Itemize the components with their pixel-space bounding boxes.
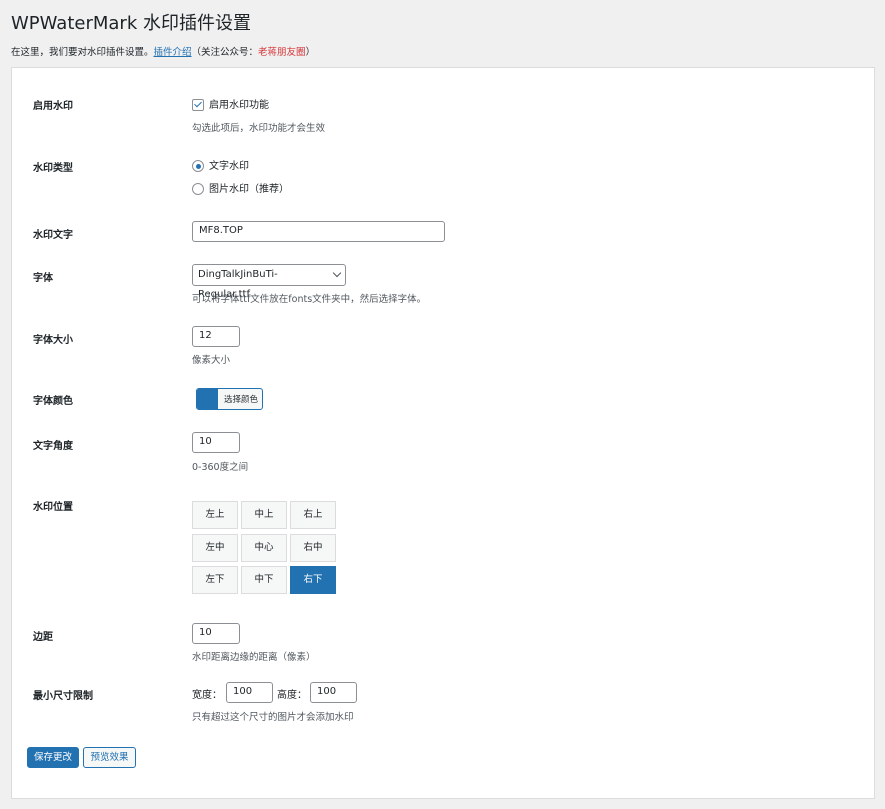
preview-button[interactable]: 预览效果 — [83, 747, 136, 768]
text-label: 水印文字 — [33, 230, 73, 241]
type-text-radio[interactable] — [192, 160, 204, 172]
font-desc: 可以将字体ttf文件放在fonts文件夹中，然后选择字体。 — [192, 294, 427, 305]
type-option-image[interactable]: 图片水印（推荐） — [192, 180, 289, 195]
position-top-left[interactable]: 左上 — [192, 501, 238, 529]
font-size-desc: 像素大小 — [192, 355, 231, 366]
color-picker-button[interactable]: 选择颜色 — [196, 388, 263, 410]
chevron-down-icon — [332, 268, 342, 278]
enable-label: 启用水印 — [33, 101, 73, 112]
font-label: 字体 — [33, 273, 53, 284]
width-label: 宽度： — [192, 690, 222, 701]
intro-note-close: ） — [305, 47, 316, 58]
page-intro: 在这里，我们要对水印插件设置。插件介绍（关注公众号：老蒋朋友圈） — [11, 44, 315, 58]
enable-checkbox[interactable] — [192, 99, 204, 111]
position-center[interactable]: 中心 — [241, 534, 287, 562]
color-picker-label: 选择颜色 — [224, 395, 259, 405]
angle-label: 文字角度 — [33, 441, 73, 452]
position-middle-right[interactable]: 右中 — [290, 534, 336, 562]
page-title: WPWaterMark 水印插件设置 — [11, 13, 251, 34]
min-size-label: 最小尺寸限制 — [33, 691, 93, 702]
font-size-label: 字体大小 — [33, 335, 73, 346]
position-bottom-center[interactable]: 中下 — [241, 566, 287, 594]
position-bottom-right[interactable]: 右下 — [290, 566, 336, 594]
position-label: 水印位置 — [33, 502, 73, 513]
enable-checkbox-field[interactable]: 启用水印功能 — [192, 96, 269, 111]
margin-input[interactable]: 10 — [192, 623, 240, 644]
position-top-center[interactable]: 中上 — [241, 501, 287, 529]
wechat-account-name: 老蒋朋友圈 — [258, 47, 306, 58]
type-option-text[interactable]: 文字水印 — [192, 157, 249, 172]
type-label: 水印类型 — [33, 163, 73, 174]
angle-desc: 0-360度之间 — [192, 462, 249, 473]
enable-checkbox-label[interactable]: 启用水印功能 — [209, 100, 269, 111]
intro-text: 在这里，我们要对水印插件设置。 — [11, 47, 154, 58]
type-text-label[interactable]: 文字水印 — [209, 161, 249, 172]
angle-input[interactable]: 10 — [192, 432, 240, 453]
type-image-label[interactable]: 图片水印（推荐） — [209, 184, 289, 195]
height-label: 高度： — [277, 690, 307, 701]
save-button[interactable]: 保存更改 — [27, 747, 79, 768]
margin-label: 边距 — [33, 632, 53, 643]
enable-desc: 勾选此项后，水印功能才会生效 — [192, 123, 326, 134]
intro-note-open: （关注公众号： — [191, 47, 259, 58]
position-middle-left[interactable]: 左中 — [192, 534, 238, 562]
min-width-input[interactable]: 100 — [226, 682, 273, 703]
min-size-desc: 只有超过这个尺寸的图片才会添加水印 — [192, 712, 354, 723]
margin-desc: 水印距离边缘的距离（像素） — [192, 652, 316, 663]
color-swatch — [197, 389, 218, 409]
type-image-radio[interactable] — [192, 183, 204, 195]
settings-panel — [11, 67, 875, 799]
position-bottom-left[interactable]: 左下 — [192, 566, 238, 594]
font-select[interactable]: DingTalkJinBuTi-Regular.ttf — [192, 264, 346, 300]
font-color-label: 字体颜色 — [33, 396, 73, 407]
min-height-input[interactable]: 100 — [310, 682, 357, 703]
watermark-text-input[interactable]: MF8.TOP — [192, 221, 445, 242]
position-top-right[interactable]: 右上 — [290, 501, 336, 529]
font-size-input[interactable]: 12 — [192, 326, 240, 347]
plugin-intro-link[interactable]: 插件介绍 — [154, 47, 192, 58]
